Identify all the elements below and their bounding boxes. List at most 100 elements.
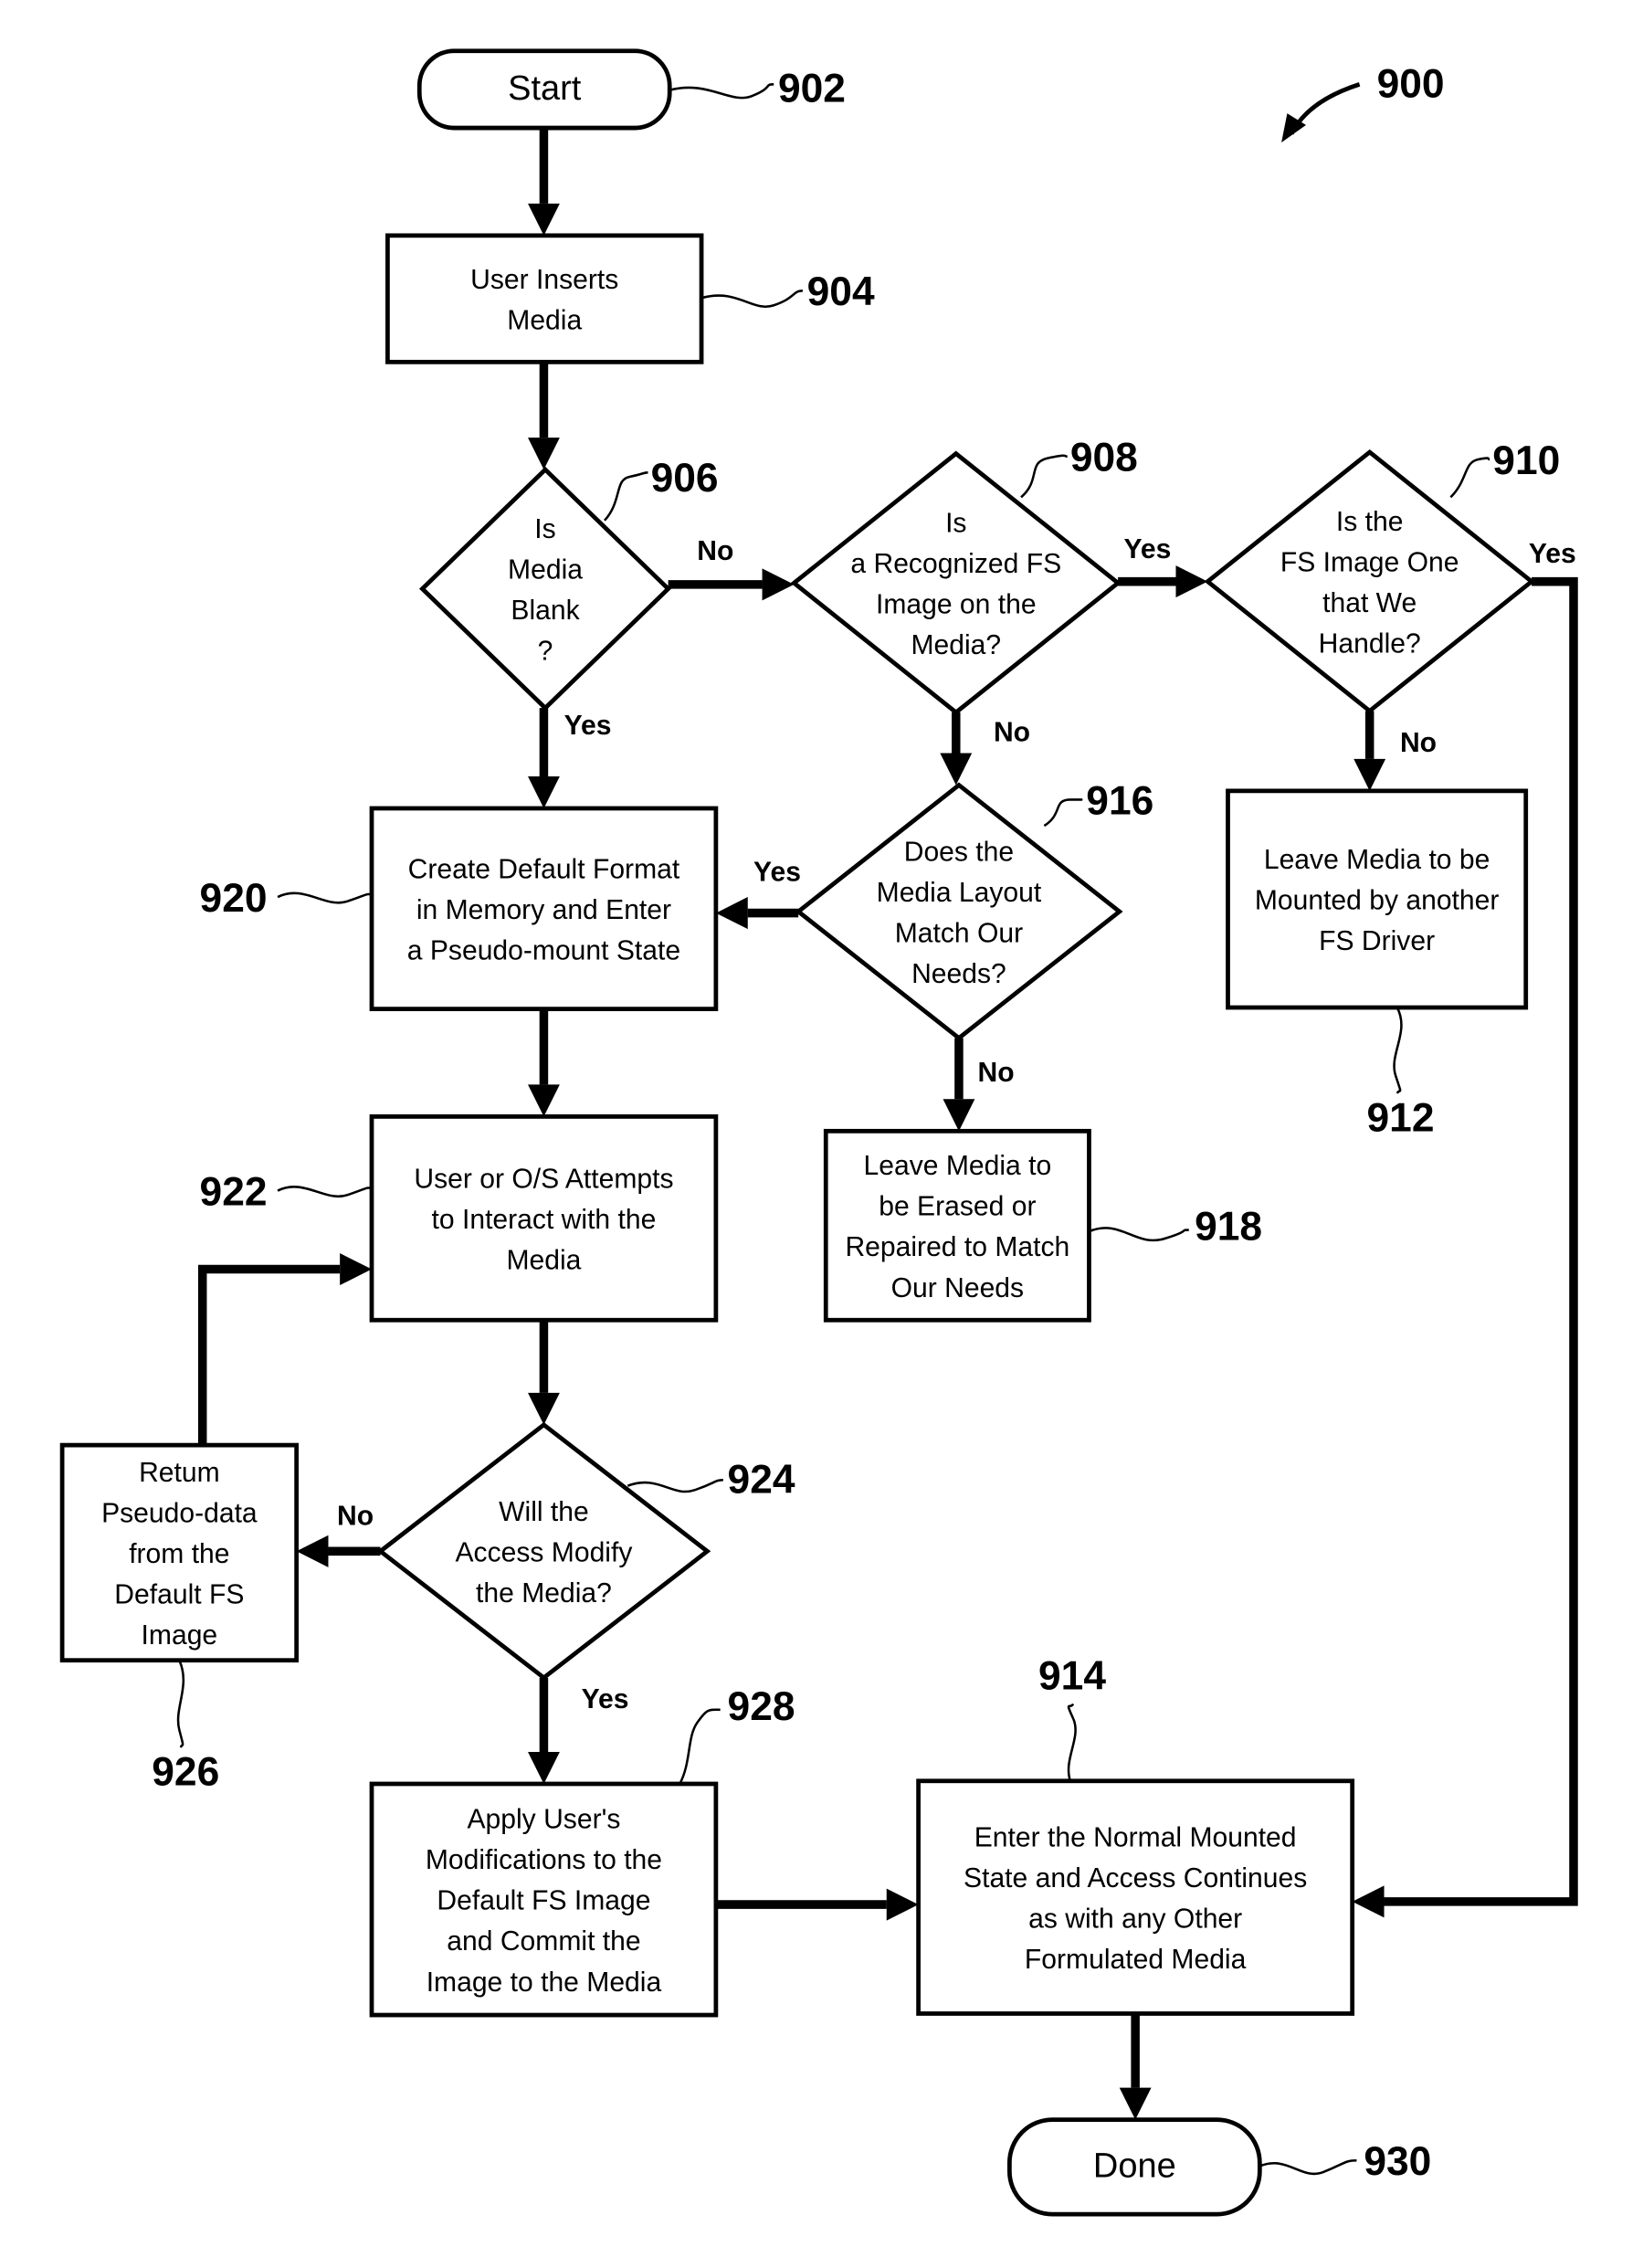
- node-908: Is a Recognized FS Image on the Media?: [790, 450, 1122, 715]
- node-text-line: Does the: [904, 837, 1014, 867]
- node-text-line: User Inserts: [470, 265, 618, 295]
- node-text-line: Is: [534, 514, 555, 544]
- edge-916-920: [715, 897, 799, 930]
- nodes: Start User Inserts Media Is Media Blank? Is a R…: [59, 48, 1535, 2217]
- branch-label-916-yes: Yes: [753, 857, 801, 887]
- arrowhead: [296, 1535, 329, 1567]
- reference-numeral: 908: [1070, 436, 1138, 480]
- arrowhead: [528, 775, 560, 808]
- node-text-line: Is: [945, 508, 966, 538]
- edge-906-908: [668, 568, 795, 601]
- leader-line: [1088, 1227, 1189, 1242]
- leader-line: [1043, 798, 1083, 828]
- node-text-line: Our Needs: [891, 1273, 1024, 1303]
- node-text-line: from the: [129, 1539, 229, 1569]
- node-text-line: User or O/S Attempts: [414, 1164, 673, 1194]
- node-text-line: in Memory and Enter: [416, 895, 671, 925]
- node-text-line: Mounted by another: [1255, 886, 1500, 916]
- edge-924-926: [296, 1535, 381, 1567]
- flowchart-figure-900: Start User Inserts Media Is Media Blank? Is a R…: [59, 48, 1578, 2217]
- edge-908-910: [1118, 565, 1208, 598]
- reference-numeral: 922: [200, 1169, 268, 1214]
- node-text-line: Media: [506, 1245, 581, 1275]
- figure-reference-900: 900: [1281, 62, 1445, 142]
- ref-910: 910: [1492, 438, 1560, 483]
- node-text-line: Repaired to Match: [845, 1232, 1069, 1262]
- node-text-line: Modifications to the: [426, 1845, 662, 1875]
- reference-numeral: 902: [778, 66, 846, 111]
- leader-line: [1020, 454, 1068, 499]
- arrowhead: [943, 1099, 975, 1132]
- node-text-line: State and Access Continues: [964, 1863, 1307, 1894]
- node-text-line: Default FS: [114, 1580, 244, 1610]
- connector-line: [197, 1264, 341, 1446]
- node-text-line: Leave Media to be: [1264, 845, 1490, 875]
- edge-924-928: [528, 1677, 560, 1784]
- ref-912: 912: [1367, 1095, 1435, 1140]
- node-text-line: Leave Media to: [864, 1151, 1052, 1181]
- process-box: [385, 233, 704, 364]
- reference-numeral: 914: [1038, 1653, 1106, 1698]
- node-text-line: to Interact with the: [432, 1205, 657, 1235]
- branch-label-910-yes: Yes: [1529, 539, 1576, 569]
- leader-line: [1449, 457, 1490, 499]
- node-text-line: Handle?: [1319, 629, 1421, 659]
- leader-line: [679, 1708, 721, 1785]
- reference-numeral: 910: [1492, 438, 1560, 483]
- node-922: User or O/S Attempts to Interact with the…: [369, 1114, 719, 1323]
- reference-numeral: 930: [1364, 2139, 1431, 2184]
- node-920: Create Default Format in Memory and Enter…: [369, 806, 719, 1012]
- branch-label-924-no: No: [337, 1502, 374, 1532]
- edge-928-914: [715, 1888, 919, 1921]
- arrowhead: [1353, 758, 1386, 791]
- node-910: Is the FS Image One that We Handle?: [1204, 448, 1535, 714]
- connector-line: [1384, 576, 1578, 1906]
- node-text-line: Start: [508, 69, 582, 108]
- node-text-line: Media?: [911, 630, 1001, 660]
- edge-910-914: [1352, 576, 1578, 1918]
- node-902: Start: [416, 48, 672, 131]
- reference-numeral: 912: [1367, 1095, 1435, 1140]
- arrowhead: [1119, 2087, 1152, 2120]
- node-text-line: Pseudo-data: [101, 1498, 258, 1528]
- node-text-line: a Recognized FS: [850, 549, 1061, 579]
- node-text-line: be Erased or: [879, 1192, 1036, 1222]
- arrowhead: [1175, 565, 1208, 598]
- ref-902: 902: [778, 66, 846, 111]
- node-text-line: Default FS Image: [437, 1886, 650, 1916]
- node-text-line: Match Our: [895, 918, 1023, 948]
- arrowhead: [528, 1084, 560, 1117]
- reference-numeral: 916: [1086, 778, 1153, 823]
- arrowhead: [340, 1253, 372, 1286]
- node-906: Is Media Blank?: [418, 466, 672, 712]
- ref-906: 906: [651, 456, 719, 501]
- arrowhead: [940, 753, 973, 786]
- node-904: User Inserts Media: [385, 233, 704, 364]
- node-926: Retum Pseudo-data from the Default FS Image: [59, 1442, 300, 1663]
- leader-line: [277, 1186, 372, 1198]
- node-text-line: Done: [1093, 2147, 1176, 2185]
- ref-916: 916: [1086, 778, 1153, 823]
- leader-line: [700, 290, 804, 308]
- node-text-line: Access Modify: [455, 1537, 633, 1567]
- reference-numeral: 924: [728, 1458, 795, 1503]
- node-text-line: Image on the: [876, 590, 1037, 620]
- node-928: Apply User's Modifications to the Default …: [369, 1781, 719, 2018]
- ref-904: 904: [807, 269, 875, 314]
- leader-line: [1259, 2158, 1357, 2176]
- arrowhead: [886, 1888, 919, 1921]
- node-text-line: that We: [1322, 588, 1417, 618]
- reference-numeral: 906: [651, 456, 719, 501]
- node-text-line: Will the: [499, 1497, 589, 1527]
- node-text-line: Is the: [1336, 507, 1404, 537]
- reference-numeral: 904: [807, 269, 875, 314]
- edge-902-904: [528, 128, 560, 236]
- branch-label-908-yes: Yes: [1123, 534, 1171, 564]
- ref-914: 914: [1038, 1653, 1106, 1698]
- decision-diamond: [790, 450, 1122, 715]
- leader-line: [627, 1479, 723, 1493]
- edge-904-906: [528, 362, 560, 470]
- node-text-line: a Pseudo-mount State: [407, 935, 680, 965]
- edge-920-922: [528, 1008, 560, 1117]
- node-918: Leave Media to be Erased or Repaired to Ma…: [823, 1128, 1091, 1323]
